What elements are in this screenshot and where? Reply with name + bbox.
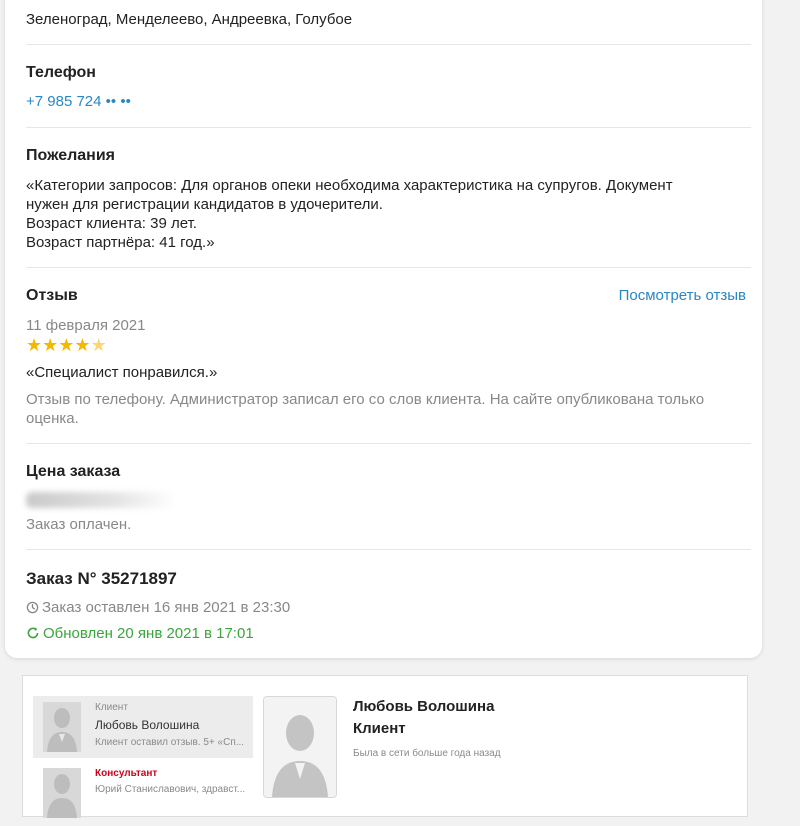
- order-created-text: Заказ оставлен 16 янв 2021 в 23:30: [42, 599, 291, 616]
- divider: [26, 549, 751, 550]
- star-full-icon: ★: [42, 335, 59, 355]
- female-silhouette-icon: [43, 702, 81, 752]
- star-full-icon: ★: [58, 335, 75, 355]
- order-updated-text: Обновлен 20 янв 2021 в 17:01: [43, 625, 254, 642]
- order-updated: Обновлен 20 янв 2021 в 17:01: [26, 625, 751, 642]
- wishes-line: нужен для регистрации кандидатов в удоче…: [26, 196, 383, 213]
- review-date: 11 февраля 2021: [26, 317, 146, 334]
- wishes-line: «Категории запросов: Для органов опеки н…: [26, 177, 673, 194]
- address-text: Зеленоград, Менделеево, Андреевка, Голуб…: [26, 11, 353, 28]
- female-silhouette-icon: [264, 697, 336, 797]
- divider: [26, 44, 751, 45]
- profile-last-seen: Была в сети больше года назад: [353, 748, 501, 759]
- chat-item-role: Клиент: [95, 702, 128, 713]
- chat-item-name: Любовь Волошина: [95, 718, 200, 732]
- view-review-link[interactable]: Посмотреть отзыв: [619, 287, 746, 304]
- star-full-icon: ★: [26, 335, 43, 355]
- payment-status: Заказ оплачен.: [26, 516, 132, 533]
- chat-item-role: Консультант: [95, 768, 158, 779]
- divider: [26, 267, 751, 268]
- divider: [26, 443, 751, 444]
- phone-value-link[interactable]: +7 985 724 •• ••: [26, 93, 751, 110]
- order-created: Заказ оставлен 16 янв 2021 в 23:30: [26, 598, 751, 617]
- order-title: Заказ N° 35271897: [26, 569, 177, 588]
- profile-role: Клиент: [353, 720, 406, 737]
- wishes-line: Возраст партнёра: 41 год.»: [26, 234, 215, 251]
- star-full-icon: ★: [74, 335, 91, 355]
- wishes-line: Возраст клиента: 39 лет.: [26, 215, 197, 232]
- review-rating-stars: ★★★★★: [26, 335, 751, 356]
- chat-list: Клиент Любовь Волошина Клиент оставил от…: [33, 696, 253, 818]
- order-details-card: Зеленоград, Менделеево, Андреевка, Голуб…: [5, 0, 762, 658]
- price-label: Цена заказа: [26, 463, 121, 480]
- divider: [26, 127, 751, 128]
- clock-icon: [26, 601, 39, 614]
- avatar: [43, 702, 81, 752]
- refresh-icon: [27, 627, 39, 639]
- review-quote: «Специалист понравился.»: [26, 364, 218, 381]
- star-half-icon: ★: [90, 335, 107, 355]
- review-note-line: оценка.: [26, 410, 79, 427]
- chat-panel: Клиент Любовь Волошина Клиент оставил от…: [22, 675, 748, 818]
- chat-list-item[interactable]: Консультант Юрий Станиславович, здравст.…: [33, 764, 253, 826]
- chat-list-item[interactable]: Клиент Любовь Волошина Клиент оставил от…: [33, 696, 253, 758]
- male-silhouette-icon: [43, 768, 81, 818]
- chat-item-preview: Клиент оставил отзыв. 5+ «Сп...: [95, 737, 245, 748]
- review-note-line: Отзыв по телефону. Администратор записал…: [26, 391, 705, 408]
- wishes-label: Пожелания: [26, 147, 115, 164]
- chat-item-preview: Юрий Станиславович, здравст...: [95, 784, 246, 795]
- avatar: [43, 768, 81, 818]
- profile-name: Любовь Волошина: [353, 698, 495, 715]
- price-value-blurred: [26, 492, 176, 508]
- phone-label: Телефон: [26, 64, 96, 81]
- profile-avatar: [263, 696, 337, 798]
